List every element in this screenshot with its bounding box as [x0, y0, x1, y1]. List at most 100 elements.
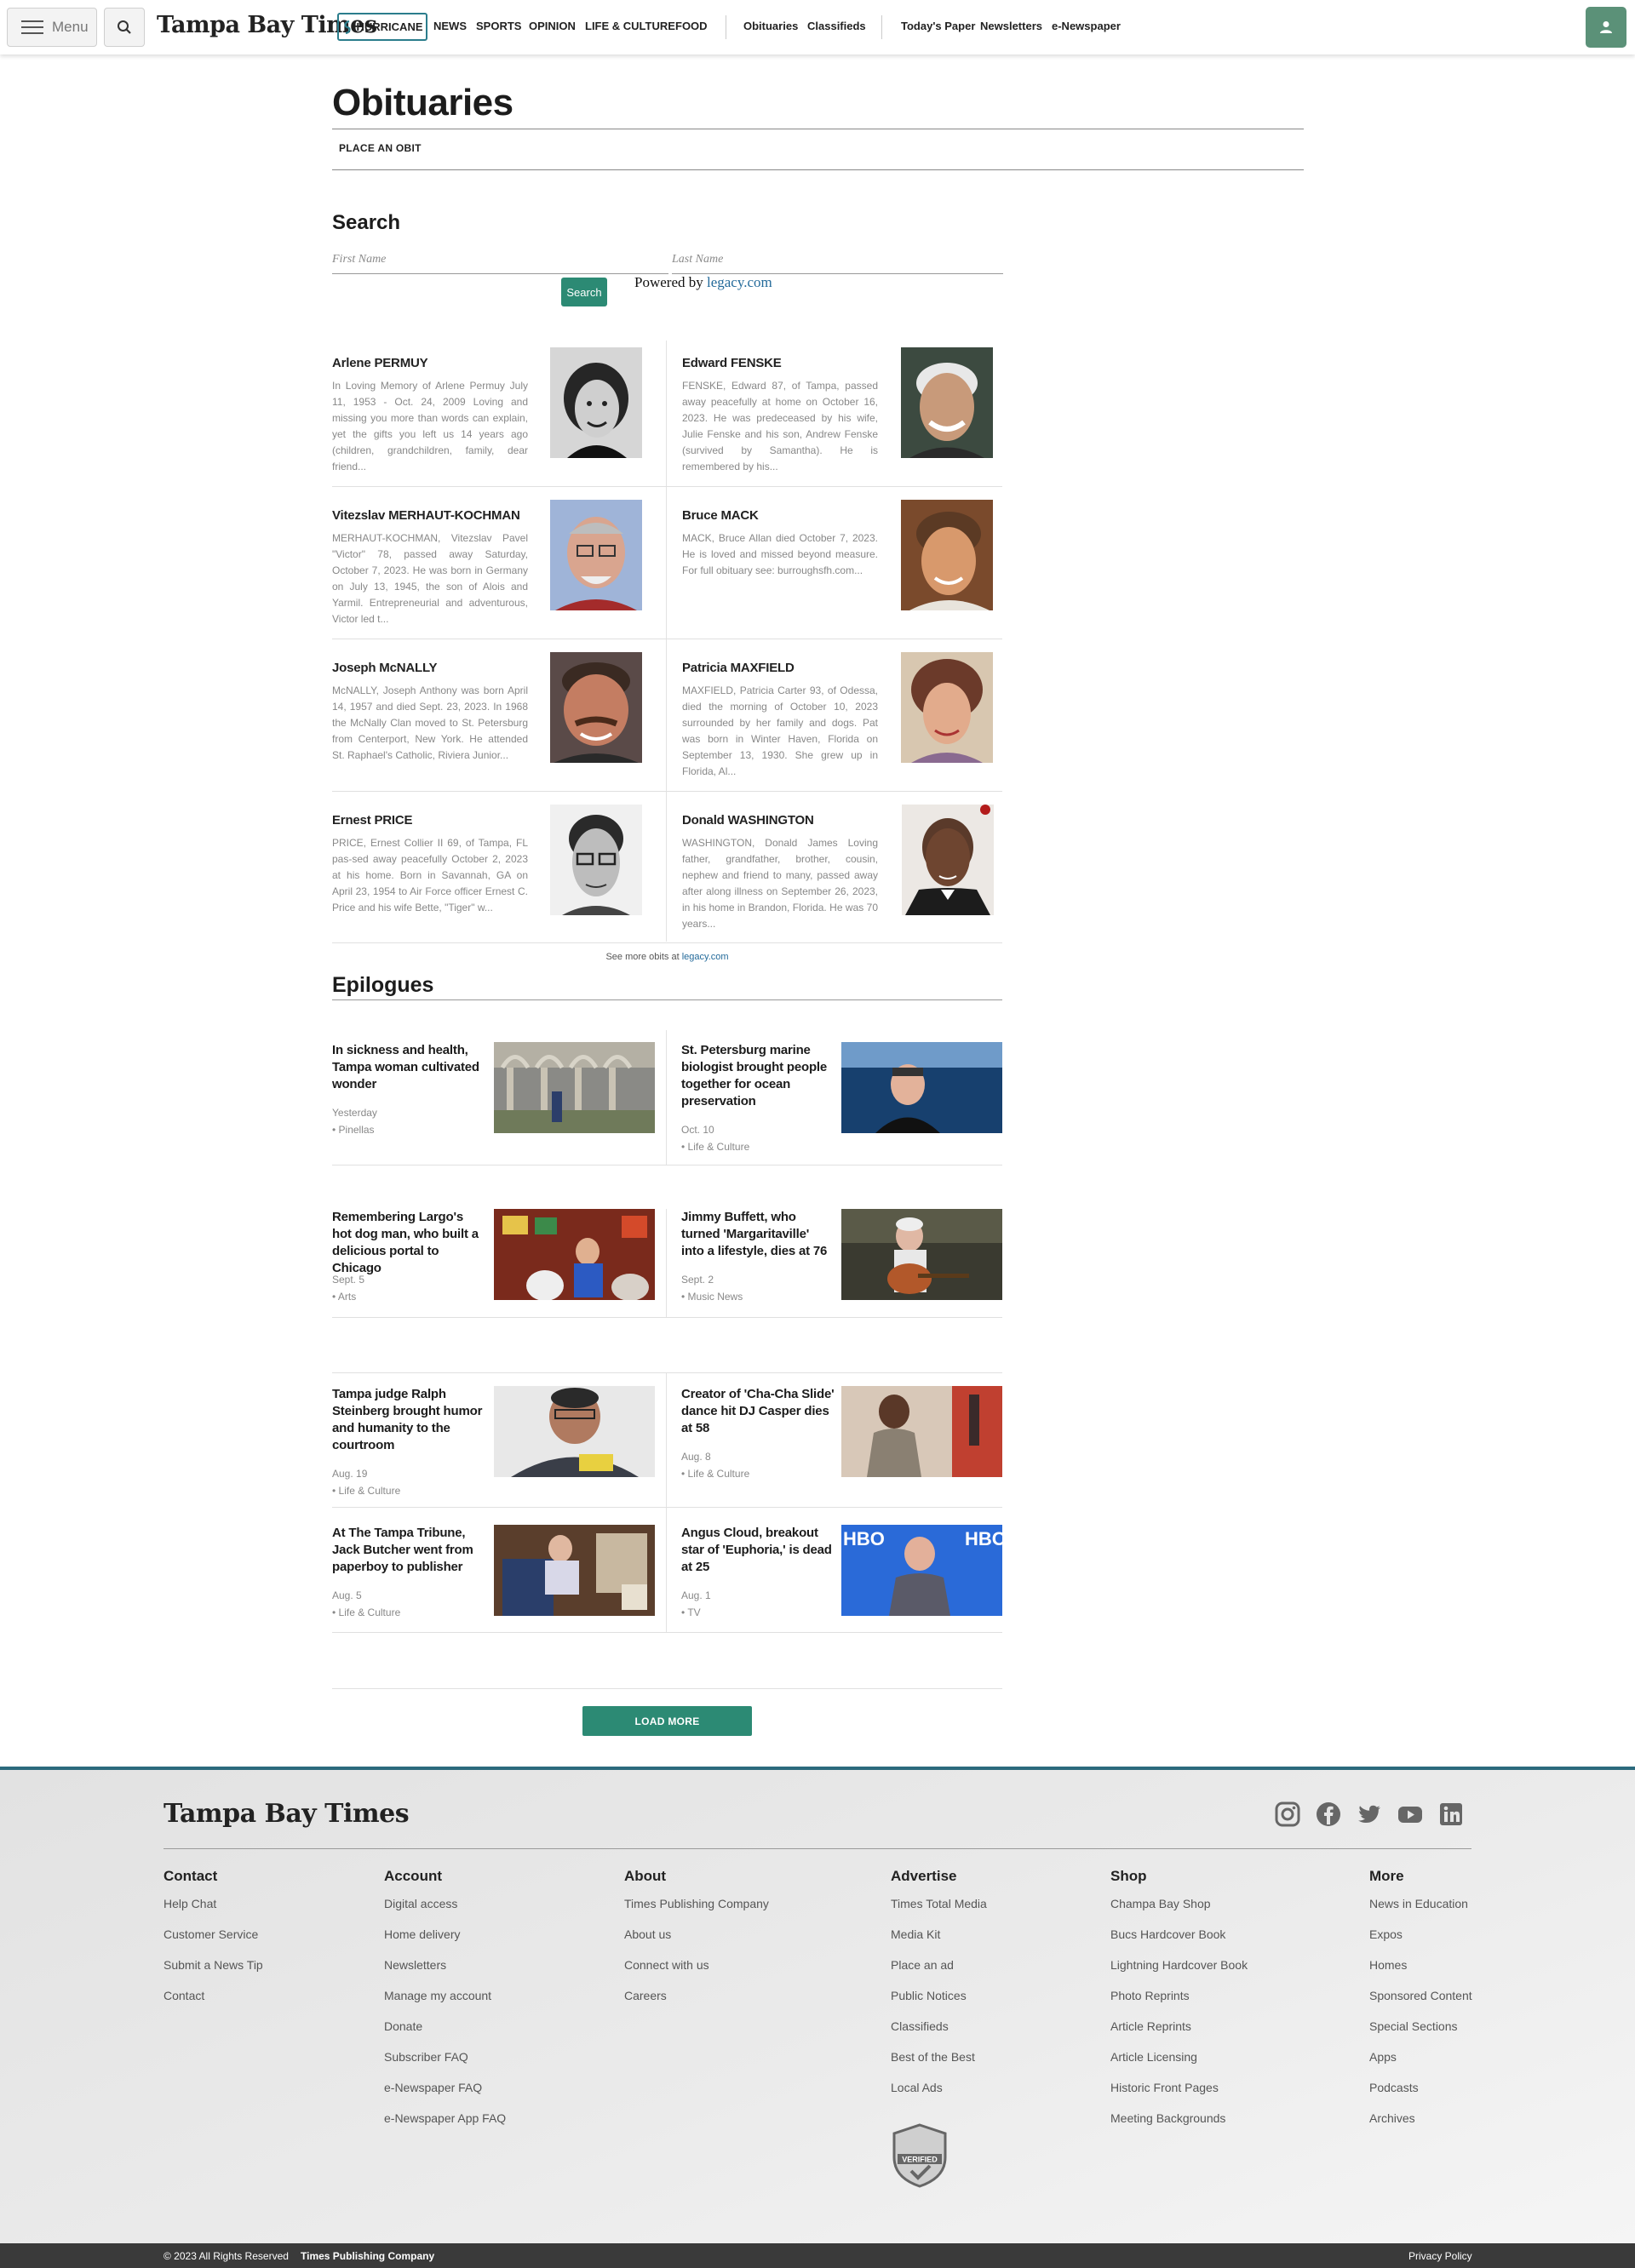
footer-link[interactable]: Photo Reprints — [1110, 1989, 1248, 2019]
story-category[interactable]: • Life & Culture — [681, 1141, 749, 1153]
obit-name[interactable]: Arlene PERMUY — [332, 356, 428, 370]
obit-card[interactable]: Joseph McNALLY McNALLY, Joseph Anthony w… — [332, 652, 647, 788]
footer-link[interactable]: Local Ads — [891, 2081, 987, 2111]
story-category[interactable]: • Life & Culture — [332, 1485, 400, 1497]
footer-link[interactable]: Help Chat — [164, 1897, 263, 1927]
first-name-input[interactable] — [332, 245, 668, 274]
story-image[interactable] — [494, 1525, 655, 1616]
footer-link[interactable]: e-Newspaper FAQ — [384, 2081, 506, 2111]
footer-link[interactable]: Bucs Hardcover Book — [1110, 1927, 1248, 1958]
instagram-icon[interactable] — [1274, 1801, 1301, 1828]
obit-photo[interactable] — [550, 500, 642, 610]
footer-link[interactable]: Champa Bay Shop — [1110, 1897, 1248, 1927]
nav-opinion[interactable]: OPINION — [529, 20, 576, 32]
nav-life-culture[interactable]: LIFE & CULTURE — [585, 20, 675, 32]
twitter-icon[interactable] — [1356, 1801, 1383, 1828]
legacy-link[interactable]: legacy.com — [707, 274, 772, 290]
footer-link[interactable]: Times Total Media — [891, 1897, 987, 1927]
hurricane-button[interactable]: HURRICANE — [337, 13, 427, 41]
obit-name[interactable]: Donald WASHINGTON — [682, 813, 814, 828]
obit-card[interactable]: Vitezslav MERHAUT-KOCHMAN MERHAUT-KOCHMA… — [332, 500, 647, 636]
footer-link[interactable]: Archives — [1369, 2111, 1472, 2142]
footer-link[interactable]: e-Newspaper App FAQ — [384, 2111, 506, 2142]
footer-link[interactable]: Customer Service — [164, 1927, 263, 1958]
privacy-link[interactable]: Privacy Policy — [1408, 2250, 1472, 2262]
footer-link[interactable]: Newsletters — [384, 1958, 506, 1989]
footer-link[interactable]: Home delivery — [384, 1927, 506, 1958]
obit-card[interactable]: Edward FENSKE FENSKE, Edward 87, of Tamp… — [682, 347, 997, 484]
more-obits-link[interactable]: legacy.com — [682, 952, 729, 962]
search-submit-button[interactable]: Search — [561, 278, 607, 306]
obit-photo[interactable] — [550, 347, 642, 458]
story-image[interactable]: HBO HBO — [841, 1525, 1002, 1616]
footer-link[interactable]: Article Licensing — [1110, 2050, 1248, 2081]
nav-classifieds[interactable]: Classifieds — [807, 20, 866, 32]
story-category[interactable]: • TV — [681, 1606, 701, 1618]
footer-link[interactable]: Media Kit — [891, 1927, 987, 1958]
obit-card[interactable]: Arlene PERMUY In Loving Memory of Arlene… — [332, 347, 647, 484]
footer-link[interactable]: Best of the Best — [891, 2050, 987, 2081]
footer-link[interactable]: Place an ad — [891, 1958, 987, 1989]
obit-photo[interactable] — [901, 652, 993, 763]
obit-name[interactable]: Patricia MAXFIELD — [682, 661, 795, 675]
story-category[interactable]: • Music News — [681, 1291, 743, 1303]
footer-logo[interactable]: Tampa Bay Times — [164, 1799, 410, 1829]
footer-link[interactable]: Meeting Backgrounds — [1110, 2111, 1248, 2142]
footer-link[interactable]: Times Publishing Company — [624, 1897, 769, 1927]
menu-button[interactable]: Menu — [7, 8, 97, 47]
obit-name[interactable]: Bruce MACK — [682, 508, 759, 523]
search-button[interactable] — [104, 8, 145, 47]
obit-photo[interactable] — [902, 805, 994, 915]
obit-name[interactable]: Edward FENSKE — [682, 356, 782, 370]
obit-photo[interactable] — [901, 347, 993, 458]
footer-link[interactable]: Podcasts — [1369, 2081, 1472, 2111]
footer-link[interactable]: Contact — [164, 1989, 263, 2019]
place-obit-link[interactable]: PLACE AN OBIT — [339, 142, 422, 154]
footer-link[interactable]: Connect with us — [624, 1958, 769, 1989]
story-headline[interactable]: Remembering Largo's hot dog man, who bui… — [332, 1209, 485, 1277]
nav-food[interactable]: FOOD — [675, 20, 708, 32]
story-headline[interactable]: Tampa judge Ralph Steinberg brought humo… — [332, 1386, 485, 1454]
story-headline[interactable]: Creator of 'Cha-Cha Slide' dance hit DJ … — [681, 1386, 835, 1437]
footer-link[interactable]: Careers — [624, 1989, 769, 2019]
footer-link[interactable]: Submit a News Tip — [164, 1958, 263, 1989]
obit-card[interactable]: Patricia MAXFIELD MAXFIELD, Patricia Car… — [682, 652, 997, 788]
facebook-icon[interactable] — [1315, 1801, 1342, 1828]
story-image[interactable] — [841, 1209, 1002, 1300]
footer-link[interactable]: News in Education — [1369, 1897, 1472, 1927]
nav-obituaries[interactable]: Obituaries — [743, 20, 798, 32]
footer-link[interactable]: Donate — [384, 2019, 506, 2050]
story-image[interactable] — [841, 1042, 1002, 1133]
story-headline[interactable]: In sickness and health, Tampa woman cult… — [332, 1042, 485, 1093]
story-headline[interactable]: Jimmy Buffett, who turned 'Margaritavill… — [681, 1209, 835, 1260]
obit-name[interactable]: Vitezslav MERHAUT-KOCHMAN — [332, 508, 520, 523]
footer-link[interactable]: Homes — [1369, 1958, 1472, 1989]
last-name-input[interactable] — [672, 245, 1003, 274]
story-headline[interactable]: At The Tampa Tribune, Jack Butcher went … — [332, 1525, 485, 1576]
obit-name[interactable]: Ernest PRICE — [332, 813, 412, 828]
obit-photo[interactable] — [550, 805, 642, 915]
load-more-button[interactable]: LOAD MORE — [582, 1706, 752, 1736]
footer-link[interactable]: Digital access — [384, 1897, 506, 1927]
nav-e-newspaper[interactable]: e-Newspaper — [1052, 20, 1121, 32]
story-category[interactable]: • Life & Culture — [681, 1468, 749, 1480]
story-category[interactable]: • Arts — [332, 1291, 356, 1303]
obit-card[interactable]: Bruce MACK MACK, Bruce Allan died Octobe… — [682, 500, 997, 636]
footer-link[interactable]: Sponsored Content — [1369, 1989, 1472, 2019]
story-image[interactable] — [841, 1386, 1002, 1477]
linkedin-icon[interactable] — [1437, 1801, 1465, 1828]
story-image[interactable] — [494, 1386, 655, 1477]
obit-photo[interactable] — [550, 652, 642, 763]
verified-badge-icon[interactable]: VERIFIED — [891, 2123, 949, 2188]
nav-todays-paper[interactable]: Today's Paper — [901, 20, 975, 32]
footer-link[interactable]: Special Sections — [1369, 2019, 1472, 2050]
nav-news[interactable]: NEWS — [433, 20, 467, 32]
footer-link[interactable]: Article Reprints — [1110, 2019, 1248, 2050]
footer-link[interactable]: Apps — [1369, 2050, 1472, 2081]
obit-name[interactable]: Joseph McNALLY — [332, 661, 438, 675]
footer-link[interactable]: About us — [624, 1927, 769, 1958]
footer-link[interactable]: Lightning Hardcover Book — [1110, 1958, 1248, 1989]
footer-link[interactable]: Manage my account — [384, 1989, 506, 2019]
footer-link[interactable]: Expos — [1369, 1927, 1472, 1958]
story-image[interactable] — [494, 1209, 655, 1300]
